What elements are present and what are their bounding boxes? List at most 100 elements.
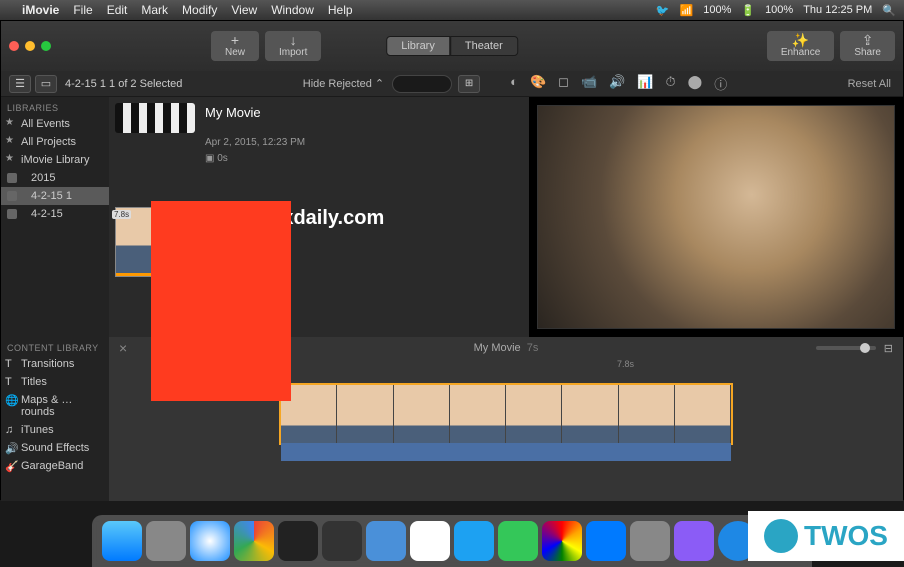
enhance-button[interactable]: ✨Enhance	[767, 31, 834, 61]
twos-text: TWOS	[804, 520, 888, 552]
event-browser: My Movie Apr 2, 2015, 12:23 PM ▣ 0s 7.8s…	[109, 97, 529, 337]
sidebar-item-all-events[interactable]: All Events	[1, 115, 109, 133]
info-icon[interactable]: ⓘ	[714, 74, 727, 93]
content-titles[interactable]: TTitles	[1, 373, 109, 391]
app-menu[interactable]: iMovie	[22, 3, 59, 17]
dock-finder[interactable]	[102, 521, 142, 561]
menu-view[interactable]: View	[231, 3, 257, 17]
menu-modify[interactable]: Modify	[182, 3, 217, 17]
minimize-button[interactable]	[25, 41, 35, 51]
clip-duration-badge: 7.8s	[112, 210, 131, 219]
ruler-end: 7.8s	[617, 359, 634, 369]
movie-duration: ▣ 0s	[205, 153, 228, 164]
film-strip-icon	[115, 103, 195, 133]
osxdaily-watermark: osxdaily.com	[259, 207, 384, 230]
content-garageband[interactable]: 🎸GarageBand	[1, 457, 109, 475]
content-sound-effects[interactable]: 🔊Sound Effects	[1, 439, 109, 457]
reset-all-button[interactable]: Reset All	[848, 78, 891, 90]
mac-dock	[92, 515, 812, 567]
sidebar-item-2015[interactable]: 2015	[1, 169, 109, 187]
menu-file[interactable]: File	[73, 3, 92, 17]
sidebar-item-all-projects[interactable]: All Projects	[1, 133, 109, 151]
dock-preview[interactable]	[366, 521, 406, 561]
timeline-audio-track[interactable]	[281, 443, 731, 461]
timeline-clip[interactable]	[279, 383, 733, 445]
list-view-toggle[interactable]: ⊞	[458, 75, 480, 93]
dock-appstore[interactable]	[586, 521, 626, 561]
window-titlebar: +New ↓Import Library Theater ✨Enhance ⇪S…	[1, 21, 903, 71]
dock-terminal[interactable]	[278, 521, 318, 561]
color-correction-icon[interactable]: 🎨	[530, 74, 546, 93]
battery-icon[interactable]: 🔋	[741, 4, 755, 17]
dock-chrome[interactable]	[234, 521, 274, 561]
clip-thumbnail[interactable]: 7.8s	[115, 207, 207, 277]
battery-pct: 100%	[765, 4, 793, 16]
twos-watermark: TWOS	[748, 511, 904, 561]
volume-icon[interactable]: 🔊	[609, 74, 625, 93]
twitter-icon[interactable]: 🐦	[656, 4, 670, 17]
project-label: 4-2-15 1 1 of 2 Selected	[65, 78, 182, 90]
timeline-ruler[interactable]: 0.0s 7.8s	[109, 359, 903, 375]
timeline-title: My Movie 7s	[474, 342, 539, 354]
tab-theater[interactable]: Theater	[450, 36, 518, 56]
dock-imovie[interactable]	[674, 521, 714, 561]
close-button[interactable]	[9, 41, 19, 51]
clock: Thu 12:25 PM	[803, 4, 872, 16]
menu-window[interactable]: Window	[271, 3, 314, 17]
dock-sysprefs[interactable]	[630, 521, 670, 561]
content-maps[interactable]: 🌐Maps & …rounds	[1, 391, 109, 421]
timeline-settings-icon[interactable]: ⊟	[884, 342, 893, 355]
sidebar-toggle-right[interactable]: ▭	[35, 75, 57, 93]
imovie-window: +New ↓Import Library Theater ✨Enhance ⇪S…	[0, 20, 904, 500]
wifi-pct: 100%	[703, 4, 731, 16]
movie-date: Apr 2, 2015, 12:23 PM	[205, 137, 305, 148]
content-transitions[interactable]: TTransitions	[1, 355, 109, 373]
filter-icon[interactable]: ⬤	[688, 74, 703, 93]
dock-photos[interactable]	[542, 521, 582, 561]
share-icon: ⇪	[862, 33, 874, 47]
timeline-area: × My Movie 7s ⊟ 0.0s 7.8s	[109, 337, 903, 501]
hide-rejected-dropdown[interactable]: Hide Rejected ⌃	[303, 77, 384, 90]
import-button[interactable]: ↓Import	[265, 31, 321, 61]
timeline-zoom-slider[interactable]	[816, 346, 876, 350]
dock-activity[interactable]	[322, 521, 362, 561]
dock-tweetbot[interactable]	[454, 521, 494, 561]
sidebar-toggle-left[interactable]: ☰	[9, 75, 31, 93]
noise-icon[interactable]: 📊	[637, 74, 653, 93]
content-library-sidebar: CONTENT LIBRARY TTransitions TTitles 🌐Ma…	[1, 337, 109, 501]
stabilize-icon[interactable]: 📹	[581, 74, 597, 93]
zoom-button[interactable]	[41, 41, 51, 51]
menu-mark[interactable]: Mark	[141, 3, 168, 17]
tab-library[interactable]: Library	[386, 36, 450, 56]
dock-messages[interactable]	[498, 521, 538, 561]
plus-icon: +	[231, 33, 239, 47]
search-input[interactable]	[392, 75, 452, 93]
speed-icon[interactable]: ⏱	[666, 74, 676, 93]
browser-toolbar: ☰ ▭ 4-2-15 1 1 of 2 Selected Hide Reject…	[1, 71, 903, 97]
menu-help[interactable]: Help	[328, 3, 353, 17]
down-arrow-icon: ↓	[290, 33, 297, 47]
color-balance-icon[interactable]: ◐	[510, 74, 518, 93]
sidebar-item-imovie-library[interactable]: iMovie Library	[1, 151, 109, 169]
libraries-sidebar: LIBRARIES All Events All Projects iMovie…	[1, 97, 109, 337]
content-library-header: CONTENT LIBRARY	[1, 341, 109, 355]
preview-viewer	[529, 97, 903, 337]
ruler-start: 0.0s	[163, 359, 180, 369]
movie-title: My Movie	[205, 105, 261, 120]
dock-launchpad[interactable]	[146, 521, 186, 561]
dock-app1[interactable]	[410, 521, 450, 561]
crop-icon[interactable]: ◻	[558, 74, 569, 93]
content-itunes[interactable]: ♫iTunes	[1, 421, 109, 439]
sidebar-item-4-2-15[interactable]: 4-2-15	[1, 205, 109, 223]
libraries-header: LIBRARIES	[1, 101, 109, 115]
spotlight-icon[interactable]: 🔍	[882, 4, 896, 17]
preview-image[interactable]	[537, 105, 895, 329]
menu-edit[interactable]: Edit	[107, 3, 128, 17]
share-button[interactable]: ⇪Share	[840, 31, 895, 61]
new-button[interactable]: +New	[211, 31, 259, 61]
sidebar-item-4-2-15-1[interactable]: 4-2-15 1	[1, 187, 109, 205]
timeline-close-button[interactable]: ×	[119, 340, 127, 356]
window-controls	[9, 41, 51, 51]
dock-safari[interactable]	[190, 521, 230, 561]
wifi-icon[interactable]: 📶	[680, 4, 694, 17]
